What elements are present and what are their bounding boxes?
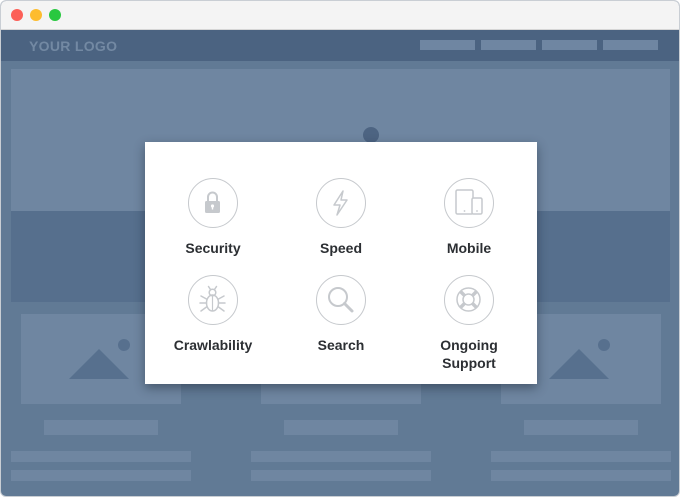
mountain-icon (549, 349, 609, 379)
feature-label: Crawlability (173, 337, 253, 353)
card-text-placeholder (491, 451, 671, 462)
feature-label: Ongoing Support (440, 337, 498, 371)
card-text-placeholder (251, 470, 431, 481)
site-navbar: YOUR LOGO (1, 30, 679, 61)
hero-dot (363, 127, 379, 143)
feature-label: Search (317, 337, 365, 353)
title-bar (1, 1, 679, 30)
feature-label: Speed (319, 240, 362, 256)
devices-icon (444, 178, 494, 228)
card-text-placeholder (491, 470, 671, 481)
bug-icon (188, 275, 238, 325)
nav-link-placeholder[interactable] (420, 40, 475, 50)
nav-link-placeholder[interactable] (603, 40, 658, 50)
site-logo[interactable]: YOUR LOGO (29, 38, 117, 54)
card-text-placeholder (11, 470, 191, 481)
lightning-icon (316, 178, 366, 228)
card-text-placeholder (11, 451, 191, 462)
feature-label: Mobile (446, 240, 492, 256)
zoom-window-button[interactable] (49, 9, 61, 21)
feature-label: Security (185, 240, 241, 256)
card-text-placeholder (251, 451, 431, 462)
feature-mobile[interactable]: Mobile (409, 178, 529, 257)
lifebuoy-icon (444, 275, 494, 325)
nav-link-placeholder[interactable] (542, 40, 597, 50)
feature-search[interactable]: Search (281, 275, 401, 354)
search-icon (316, 275, 366, 325)
feature-ongoing-support[interactable]: Ongoing Support (409, 275, 529, 372)
nav-link-placeholder[interactable] (481, 40, 536, 50)
card-title-placeholder (284, 420, 398, 435)
browser-window: YOUR LOGO Security Speed Mobile Crawlabi… (0, 0, 680, 497)
minimize-window-button[interactable] (30, 9, 42, 21)
sun-icon (118, 339, 130, 351)
close-window-button[interactable] (11, 9, 23, 21)
feature-security[interactable]: Security (153, 178, 273, 257)
sun-icon (598, 339, 610, 351)
mountain-icon (69, 349, 129, 379)
card-title-placeholder (524, 420, 638, 435)
features-modal: Security Speed Mobile Crawlability Searc… (145, 142, 537, 384)
card-title-placeholder (44, 420, 158, 435)
feature-speed[interactable]: Speed (281, 178, 401, 257)
feature-crawlability[interactable]: Crawlability (153, 275, 273, 354)
lock-icon (188, 178, 238, 228)
